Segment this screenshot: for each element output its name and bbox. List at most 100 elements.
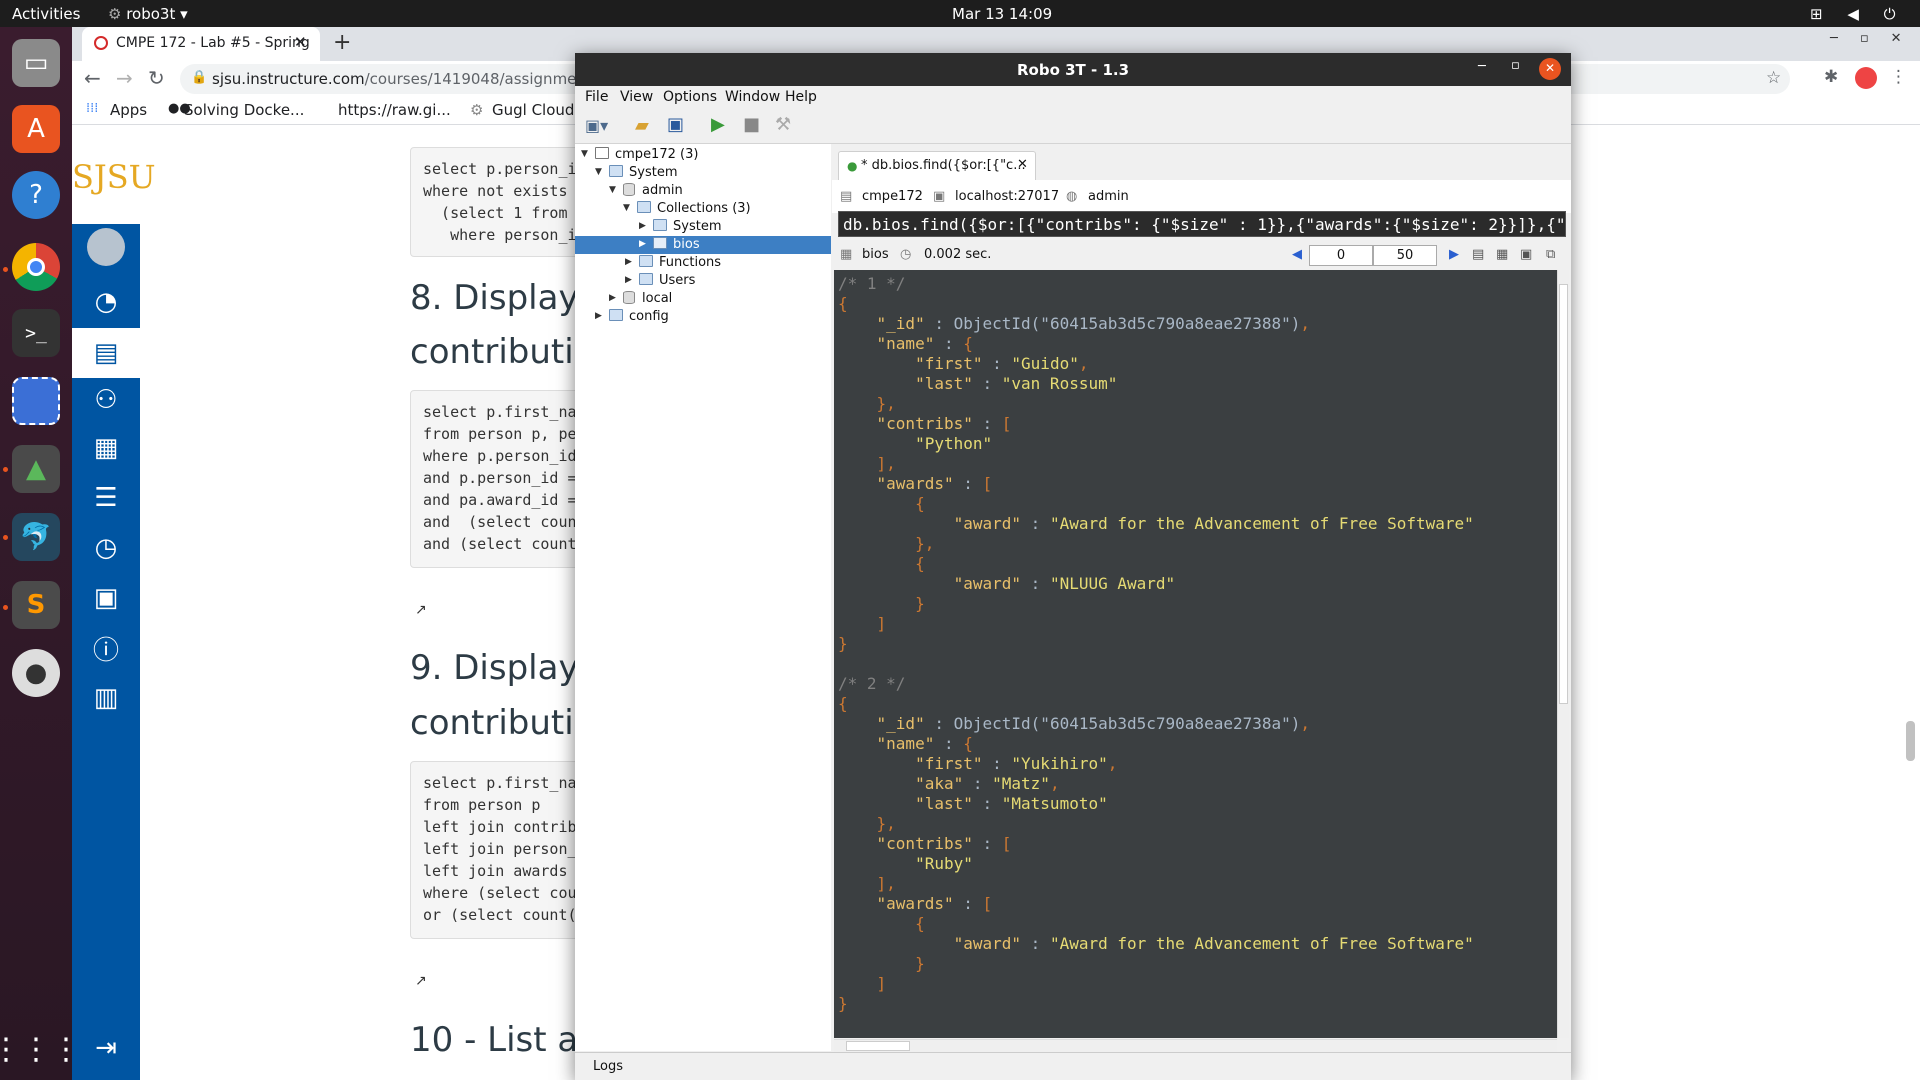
help-icon[interactable]: ? [12,171,60,219]
tree-label: cmpe172 (3) [615,147,699,162]
back-icon[interactable]: ← [84,66,101,90]
help-circle-icon[interactable]: ⓘ [88,630,124,666]
name-field: "first" : "Yukihiro", [915,754,1118,773]
tools-icon[interactable]: ⚒ [775,114,791,135]
result-line: { [915,494,925,513]
bookmark-apps[interactable]: Apps [110,101,147,119]
limit-input[interactable]: 50 [1373,245,1437,266]
execute-icon[interactable]: ▶ [711,114,725,135]
chrome-menu-icon[interactable]: ⋮ [1890,67,1907,87]
page-scrollbar[interactable] [1906,721,1915,761]
table-view-icon[interactable]: ▦ [1496,247,1508,262]
menu-view[interactable]: View [620,89,653,105]
apps-grid-icon: ⁞⁞⁞ [86,101,99,116]
robo3t-titlebar: Robo 3T - 1.3 ─ ▫ ✕ [575,53,1571,86]
clock[interactable]: Mar 13 14:09 [952,5,1052,23]
bookmark-star-icon[interactable]: ☆ [1766,68,1781,88]
collapse-nav-icon[interactable]: ⇥ [88,1030,124,1066]
new-tab-button[interactable]: + [333,30,351,55]
groups-icon[interactable]: ⚇ [88,382,124,418]
studio-icon[interactable]: ▣ [88,580,124,616]
tree-collection-bios[interactable]: bios [653,236,700,254]
heading-question-8: 8. Display [410,278,579,318]
calendar-icon[interactable]: ▦ [88,430,124,466]
history-icon[interactable]: ◷ [88,530,124,566]
stop-icon[interactable]: ■ [743,114,760,135]
menu-options[interactable]: Options [663,89,717,105]
result-line: "awards" : [ [876,894,993,913]
result-horizontal-scrollbar[interactable] [834,1039,1557,1052]
tree-admin-db[interactable]: admin [623,182,683,200]
sjsu-logo[interactable]: SJSU [72,158,156,196]
close-tab-icon[interactable]: ✕ [294,33,307,51]
maximize-result-icon[interactable]: ⧉ [1546,247,1555,262]
database-icon: ◍ [1066,189,1078,204]
document-id: "_id" : ObjectId("60415ab3d5c790a8eae273… [876,314,1311,333]
connection-tree: ▼ cmpe172 (3) ▼ System ▼ admin ▼ Collect… [575,144,831,1051]
robo3t-toolbar: ▣▾ ▰ ▣ ▶ ■ ⚒ [575,108,1571,144]
tree-functions[interactable]: Functions [639,254,721,272]
close-window-icon[interactable]: ✕ [1539,58,1561,80]
tree-collections[interactable]: Collections (3) [637,200,751,218]
query-tab-label: * db.bios.find({$or:[{"c... [861,158,1026,173]
tree-label: Collections (3) [657,201,751,216]
tree-users[interactable]: Users [639,272,695,290]
tree-local-db[interactable]: local [623,290,672,308]
bookmark-raw-github[interactable]: https://raw.gi... [338,101,451,119]
connect-icon[interactable]: ▣▾ [585,116,608,135]
sublime-text-icon[interactable]: S [12,581,60,629]
external-link-icon[interactable]: ↗ [415,602,427,618]
open-folder-icon[interactable]: ▰ [635,115,649,136]
maximize-icon[interactable]: ▫ [1511,58,1520,73]
query-editor[interactable]: db.bios.find({$or:[{"contribs": {"$size"… [838,211,1566,237]
bookmark-solving-docker[interactable]: Solving Docke... [184,101,304,119]
tree-config-folder[interactable]: config [609,308,669,326]
reload-icon[interactable]: ↻ [148,66,165,90]
database-icon [623,183,635,196]
table-icon [653,237,667,249]
account-avatar[interactable] [87,228,125,266]
minimize-icon[interactable]: ─ [1478,59,1486,74]
robo3t-icon[interactable]: ▲ [12,445,60,493]
result-vertical-scrollbar[interactable] [1557,270,1569,1038]
window-controls[interactable]: ─▫✕ [1830,31,1920,46]
menu-window[interactable]: Window [725,89,780,105]
show-apps-icon[interactable]: ⋮⋮⋮ [0,1025,81,1073]
menu-file[interactable]: File [585,89,608,105]
query-tab[interactable]: ● * db.bios.find({$or:[{"c... ✕ [838,151,1036,180]
heading-question-8-cont: contributio [410,332,595,372]
mysql-workbench-icon[interactable]: 🐬 [12,513,60,561]
software-center-icon[interactable]: A [12,105,60,153]
inbox-icon[interactable]: ☰ [88,480,124,516]
screenshot-icon[interactable] [12,377,60,425]
library-icon[interactable]: ▥ [88,680,124,716]
external-link-icon[interactable]: ↗ [415,973,427,989]
tree-label: System [673,219,722,234]
profile-avatar[interactable] [1855,67,1877,89]
terminal-icon[interactable]: >_ [12,309,60,357]
next-page-icon[interactable]: ▶ [1449,247,1459,262]
dashboard-icon[interactable]: ◔ [88,284,124,320]
result-text-view[interactable]: /* 1 */{ "_id" : ObjectId("60415ab3d5c79… [834,270,1558,1038]
extensions-icon[interactable]: ✱ [1824,67,1838,87]
text-view-icon[interactable]: ▣ [1520,247,1532,262]
tree-connection[interactable]: cmpe172 (3) [595,146,698,164]
activities-button[interactable]: Activities [12,5,80,23]
menu-help[interactable]: Help [785,89,817,105]
prev-page-icon[interactable]: ◀ [1292,247,1302,262]
skip-input[interactable]: 0 [1309,245,1373,266]
forward-icon[interactable]: → [116,66,133,90]
bookmark-gugl-cloud[interactable]: Gugl Cloud [492,101,574,119]
tree-collection-system[interactable]: System [653,218,721,236]
save-icon[interactable]: ▣ [667,114,684,135]
tree-system-folder[interactable]: System [609,164,677,182]
tree-view-icon[interactable]: ▤ [1472,247,1484,262]
browser-tab[interactable]: CMPE 172 - Lab #5 - Spring ✕ [82,27,320,61]
files-icon[interactable]: ▭ [12,39,60,87]
disc-icon[interactable]: ● [12,649,60,697]
close-tab-icon[interactable]: ✕ [1017,157,1028,172]
courses-icon[interactable]: ▤ [72,328,140,378]
chrome-icon[interactable] [12,243,60,291]
logs-panel-tab[interactable]: Logs [575,1052,1571,1080]
app-menu[interactable]: ⚙ robo3t ▾ [108,5,188,23]
